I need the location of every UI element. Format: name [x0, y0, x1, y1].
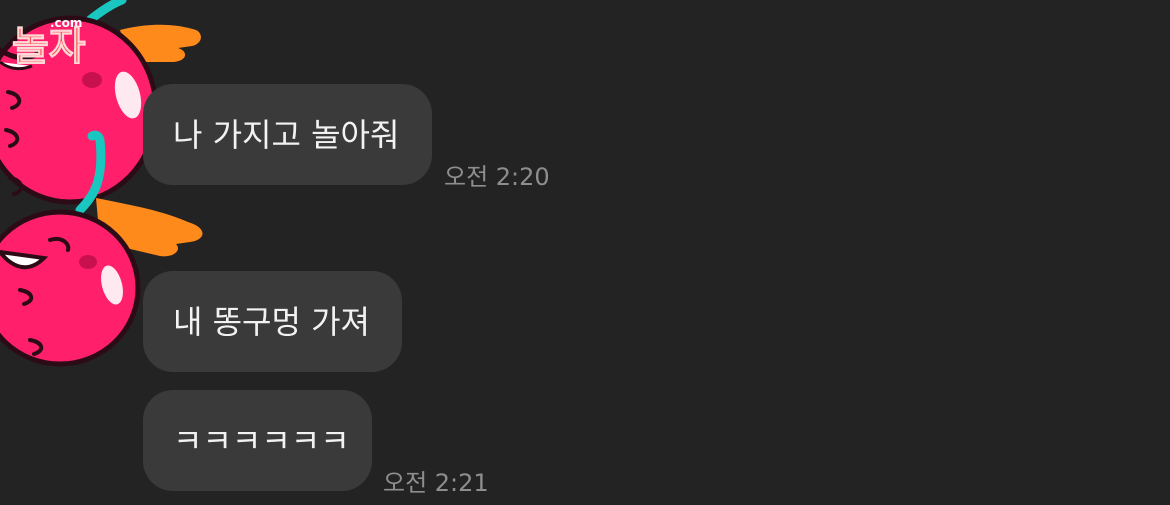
message-text: 나 가지고 놀아줘: [173, 115, 400, 154]
message-text: ㅋㅋㅋㅋㅋㅋ: [173, 421, 350, 460]
chat-screen: .com 놀자 나 가지고 놀아줘 오전 2:20 내 똥구멍 가져 ㅋㅋㅋㅋㅋ…: [0, 0, 1170, 505]
message-bubble[interactable]: ㅋㅋㅋㅋㅋㅋ: [143, 390, 372, 491]
message-text: 내 똥구멍 가져: [173, 302, 370, 341]
message-timestamp: 오전 2:21: [383, 469, 489, 497]
message-timestamp: 오전 2:20: [444, 163, 550, 191]
message-bubble[interactable]: 내 똥구멍 가져: [143, 271, 402, 372]
message-bubble[interactable]: 나 가지고 놀아줘: [143, 84, 432, 185]
logo-wordmark-text: 놀자: [12, 24, 86, 64]
site-logo: .com 놀자: [10, 12, 150, 71]
